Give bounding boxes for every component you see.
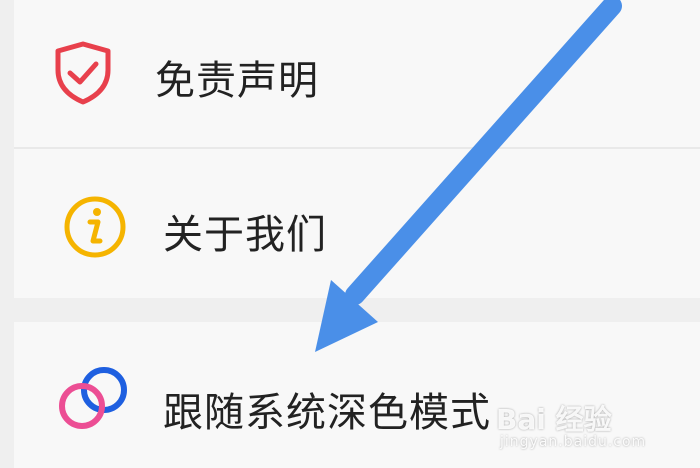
watermark-brand: Bai 经验 — [496, 403, 612, 436]
watermark-url: jingyan.baidu.com — [500, 434, 647, 450]
watermark: Bai 经验 jingyan.baidu.com — [496, 398, 666, 458]
